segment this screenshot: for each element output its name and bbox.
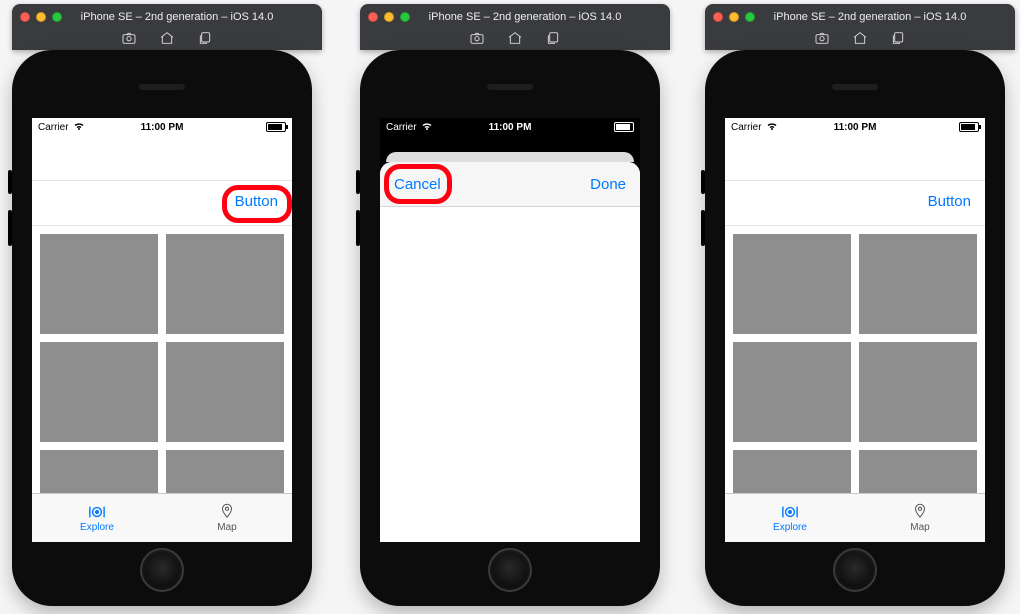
home-button[interactable]: [833, 548, 877, 592]
tab-map-label: Map: [217, 522, 236, 533]
grid-tile[interactable]: [733, 450, 851, 493]
tab-explore[interactable]: Explore: [725, 494, 855, 542]
simulator-toolbar: [20, 26, 314, 48]
modal-nav-bar: Cancel Done: [380, 162, 640, 207]
grid-tile[interactable]: [40, 342, 158, 442]
tab-explore-label: Explore: [80, 522, 114, 533]
earpiece: [832, 84, 878, 90]
grid-tile[interactable]: [733, 342, 851, 442]
app-switcher-icon[interactable]: [890, 30, 906, 46]
window-title: iPhone SE – 2nd generation – iOS 14.0: [70, 11, 284, 23]
status-time: 11:00 PM: [141, 122, 184, 133]
home-icon[interactable]: [852, 30, 868, 46]
carrier-label: Carrier: [38, 122, 69, 133]
tab-map-label: Map: [910, 522, 929, 533]
simulator-titlebar: iPhone SE – 2nd generation – iOS 14.0: [12, 4, 322, 50]
cancel-button[interactable]: Cancel: [394, 176, 441, 193]
simulator-titlebar: iPhone SE – 2nd generation – iOS 14.0: [705, 4, 1015, 50]
device-screen: Carrier 11:00 PM Button: [725, 118, 985, 542]
explore-grid[interactable]: [32, 226, 292, 493]
simulator-titlebar: iPhone SE – 2nd generation – iOS 14.0: [360, 4, 670, 50]
status-time: 11:00 PM: [834, 122, 877, 133]
close-window-button[interactable]: [713, 12, 723, 22]
screenshot-icon[interactable]: [469, 30, 485, 46]
grid-tile[interactable]: [859, 342, 977, 442]
window-title: iPhone SE – 2nd generation – iOS 14.0: [418, 11, 632, 23]
map-pin-icon: [912, 503, 928, 521]
battery-icon: [959, 122, 979, 132]
close-window-button[interactable]: [20, 12, 30, 22]
tab-explore[interactable]: Explore: [32, 494, 162, 542]
carrier-label: Carrier: [731, 122, 762, 133]
iphone-frame: Carrier 11:00 PM Button: [12, 50, 312, 606]
wifi-icon: [73, 121, 85, 134]
home-button[interactable]: [488, 548, 532, 592]
header-section: Button: [725, 181, 985, 226]
minimize-window-button[interactable]: [729, 12, 739, 22]
iphone-frame: Carrier 11:00 PM Button: [705, 50, 1005, 606]
explore-grid[interactable]: [725, 226, 985, 493]
device-screen: Carrier 11:00 PM Button: [32, 118, 292, 542]
explore-icon: [86, 503, 108, 521]
tab-bar: Explore Map: [725, 493, 985, 542]
window-title: iPhone SE – 2nd generation – iOS 14.0: [763, 11, 977, 23]
filter-button[interactable]: Button: [235, 193, 278, 210]
status-time: 11:00 PM: [489, 122, 532, 133]
zoom-window-button[interactable]: [400, 12, 410, 22]
earpiece: [487, 84, 533, 90]
app-switcher-icon[interactable]: [545, 30, 561, 46]
modal-sheet: Cancel Done: [380, 162, 640, 542]
screenshot-icon[interactable]: [121, 30, 137, 46]
traffic-lights: [713, 12, 755, 22]
device-screen: Carrier 11:00 PM Cancel Done: [380, 118, 640, 542]
battery-icon: [266, 122, 286, 132]
grid-tile[interactable]: [859, 450, 977, 493]
nav-bar: [725, 136, 985, 181]
traffic-lights: [368, 12, 410, 22]
home-icon[interactable]: [159, 30, 175, 46]
grid-tile[interactable]: [40, 234, 158, 334]
simulator-toolbar: [713, 26, 1007, 48]
home-button[interactable]: [140, 548, 184, 592]
grid-tile[interactable]: [733, 234, 851, 334]
zoom-window-button[interactable]: [745, 12, 755, 22]
status-bar: Carrier 11:00 PM: [380, 118, 640, 136]
filter-button[interactable]: Button: [928, 193, 971, 210]
close-window-button[interactable]: [368, 12, 378, 22]
modal-content-empty: [380, 207, 640, 542]
minimize-window-button[interactable]: [384, 12, 394, 22]
grid-tile[interactable]: [40, 450, 158, 493]
grid-tile[interactable]: [166, 450, 284, 493]
status-bar: Carrier 11:00 PM: [32, 118, 292, 136]
grid-tile[interactable]: [166, 342, 284, 442]
dimmed-card-behind: [386, 152, 634, 162]
carrier-label: Carrier: [386, 122, 417, 133]
iphone-frame: Carrier 11:00 PM Cancel Done: [360, 50, 660, 606]
simulator-toolbar: [368, 26, 662, 48]
tab-map[interactable]: Map: [162, 494, 292, 542]
app-switcher-icon[interactable]: [197, 30, 213, 46]
status-bar: Carrier 11:00 PM: [725, 118, 985, 136]
grid-tile[interactable]: [859, 234, 977, 334]
screenshot-icon[interactable]: [814, 30, 830, 46]
map-pin-icon: [219, 503, 235, 521]
home-icon[interactable]: [507, 30, 523, 46]
wifi-icon: [766, 121, 778, 134]
tab-explore-label: Explore: [773, 522, 807, 533]
nav-bar: [32, 136, 292, 181]
done-button[interactable]: Done: [590, 176, 626, 193]
explore-icon: [779, 503, 801, 521]
battery-icon: [614, 122, 634, 132]
zoom-window-button[interactable]: [52, 12, 62, 22]
earpiece: [139, 84, 185, 90]
tab-bar: Explore Map: [32, 493, 292, 542]
grid-tile[interactable]: [166, 234, 284, 334]
traffic-lights: [20, 12, 62, 22]
header-section: Button: [32, 181, 292, 226]
minimize-window-button[interactable]: [36, 12, 46, 22]
tab-map[interactable]: Map: [855, 494, 985, 542]
wifi-icon: [421, 121, 433, 134]
